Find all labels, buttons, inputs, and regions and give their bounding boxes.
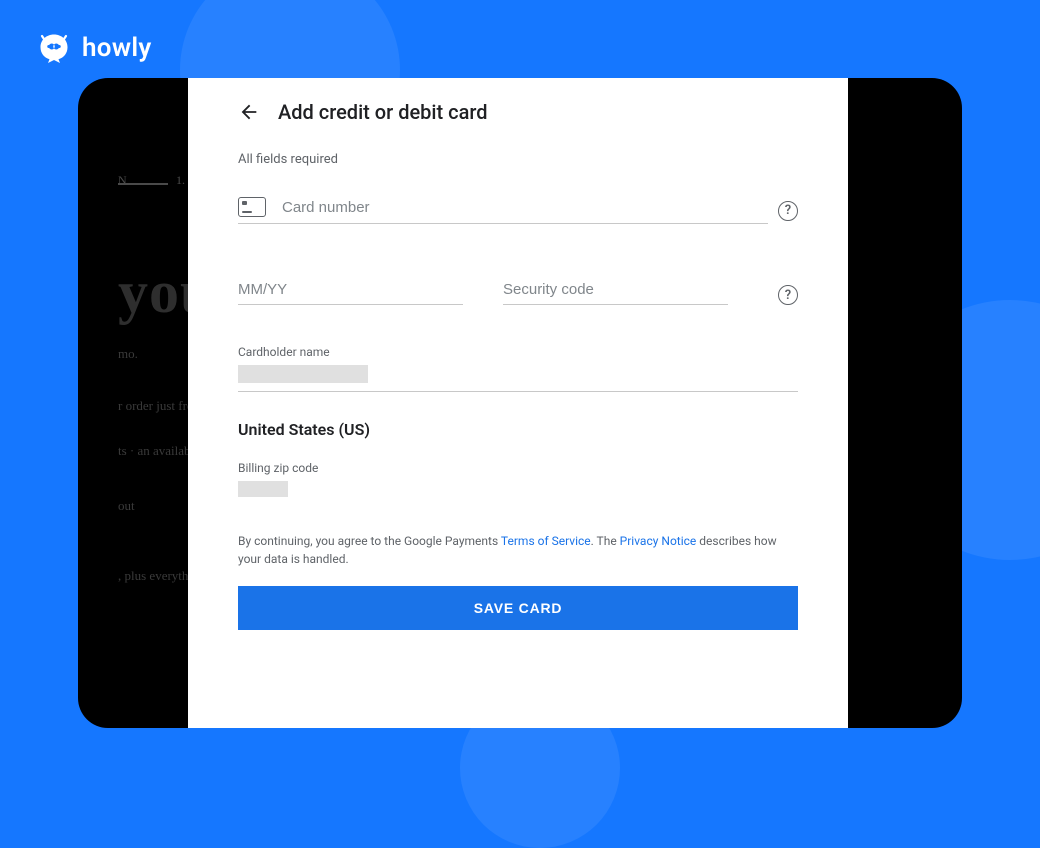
security-code-help-icon[interactable]: ? bbox=[778, 285, 798, 305]
expiry-input[interactable] bbox=[238, 281, 463, 298]
legal-text: By continuing, you agree to the Google P… bbox=[238, 532, 798, 568]
bg-nav-1: N bbox=[118, 173, 127, 188]
security-code-field[interactable] bbox=[503, 281, 728, 305]
cardholder-field[interactable]: Cardholder name bbox=[238, 345, 798, 392]
modal-header: Add credit or debit card bbox=[238, 100, 798, 124]
zip-field[interactable]: Billing zip code bbox=[238, 461, 798, 497]
brand-name: howly bbox=[82, 33, 152, 63]
security-code-input[interactable] bbox=[503, 281, 728, 298]
save-card-button[interactable]: SAVE CARD bbox=[238, 586, 798, 630]
legal-prefix: By continuing, you agree to the Google P… bbox=[238, 534, 501, 548]
card-number-input[interactable] bbox=[282, 199, 768, 216]
zip-label: Billing zip code bbox=[238, 461, 798, 475]
country-label: United States (US) bbox=[238, 420, 798, 439]
cardholder-value-redacted bbox=[238, 365, 368, 383]
required-note: All fields required bbox=[238, 152, 798, 167]
owl-icon bbox=[36, 30, 72, 66]
back-button[interactable] bbox=[238, 101, 260, 123]
privacy-notice-link[interactable]: Privacy Notice bbox=[620, 534, 697, 548]
card-number-help-icon[interactable]: ? bbox=[778, 201, 798, 221]
device-frame: N 1. CUSTOMIZE your p mo. r order just f… bbox=[78, 78, 962, 728]
arrow-left-icon bbox=[238, 101, 260, 123]
card-number-field[interactable] bbox=[238, 197, 768, 224]
terms-of-service-link[interactable]: Terms of Service bbox=[501, 534, 591, 548]
modal-title: Add credit or debit card bbox=[278, 100, 488, 124]
modal-margin bbox=[828, 78, 848, 728]
zip-value-redacted bbox=[238, 481, 288, 497]
legal-mid: . The bbox=[591, 534, 620, 548]
bg-line: mo. bbox=[118, 346, 138, 362]
add-card-modal: Add credit or debit card All fields requ… bbox=[208, 78, 828, 728]
bg-nav-underline bbox=[118, 183, 168, 185]
modal-margin bbox=[188, 78, 208, 728]
bg-line: out bbox=[118, 498, 135, 514]
expiry-field[interactable] bbox=[238, 279, 463, 305]
howly-logo: howly bbox=[36, 30, 152, 66]
cardholder-label: Cardholder name bbox=[238, 345, 798, 359]
card-icon bbox=[238, 197, 266, 217]
